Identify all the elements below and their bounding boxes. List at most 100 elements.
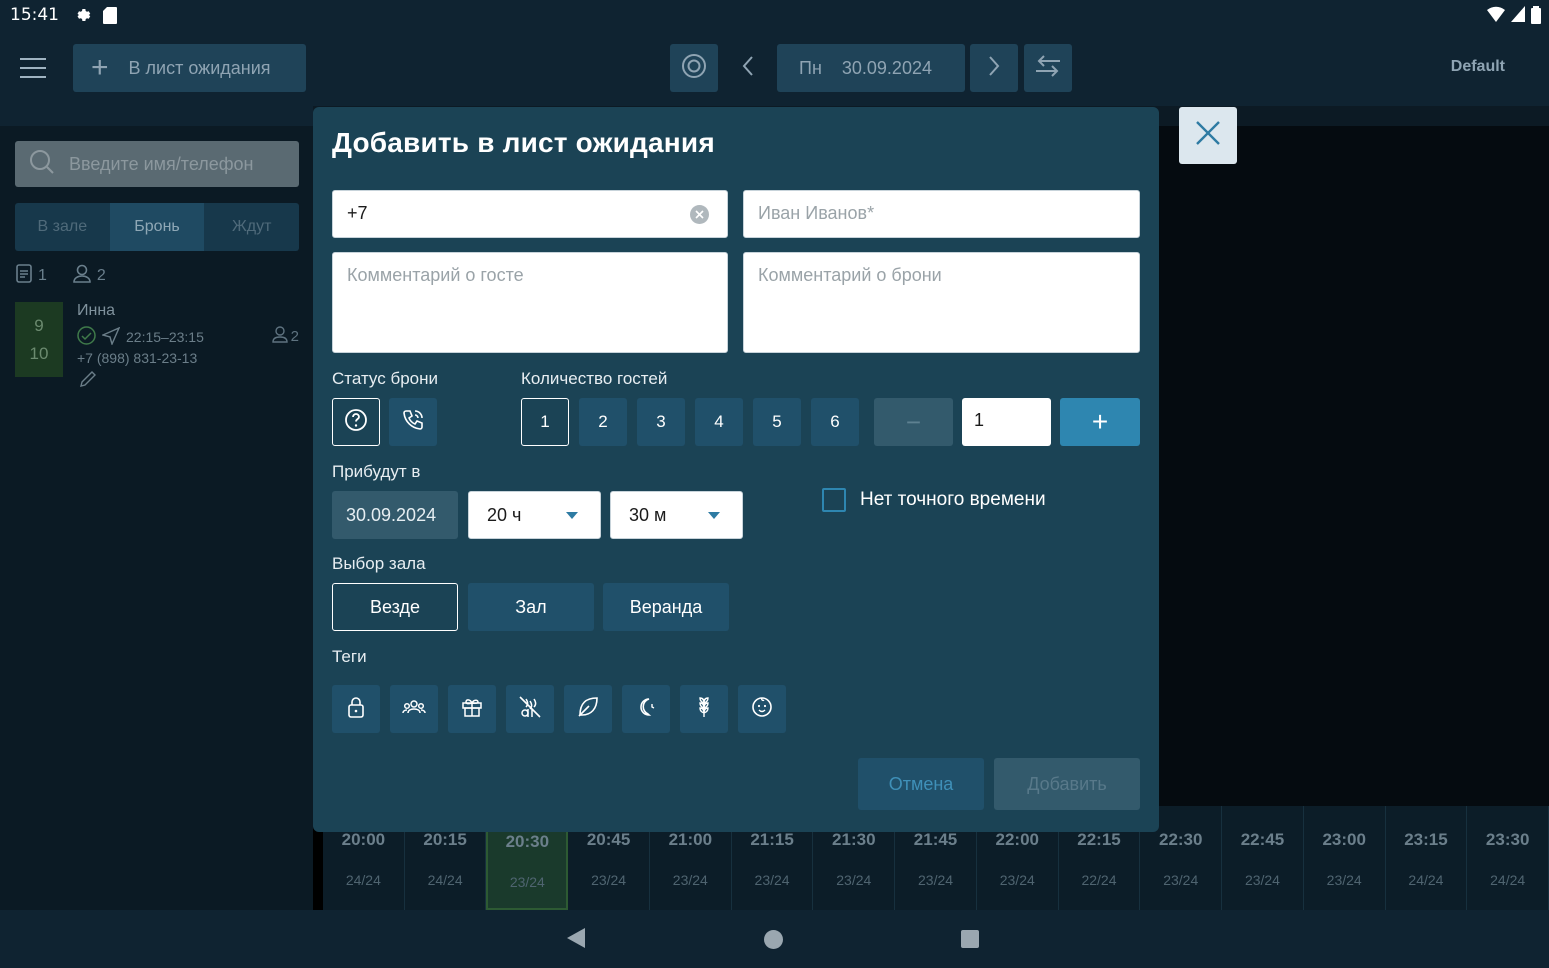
slot-time: 21:00 xyxy=(668,830,713,849)
decrement-guests-button[interactable]: − xyxy=(874,398,953,446)
date-picker-button[interactable]: Пн 30.09.2024 xyxy=(777,44,965,92)
booking-persons: 2 xyxy=(271,326,299,347)
time-slot[interactable]: 23:15 24/24 xyxy=(1386,806,1468,910)
tag-group-button[interactable] xyxy=(390,685,438,733)
dropdown-arrow-icon xyxy=(566,512,578,519)
guest-comment-placeholder: Комментарий о госте xyxy=(347,265,524,285)
slot-time: 22:30 xyxy=(1158,830,1203,849)
profile-name[interactable]: Default xyxy=(1451,58,1505,76)
booking-time: 22:15–23:15 xyxy=(126,329,204,345)
tab-in-hall[interactable]: В зале xyxy=(15,203,110,251)
arrive-date-field[interactable]: 30.09.2024 xyxy=(332,491,458,539)
next-day-button[interactable] xyxy=(970,44,1018,92)
slot-seats: 24/24 xyxy=(427,872,463,888)
group-icon xyxy=(402,698,426,721)
tag-baby-button[interactable] xyxy=(738,685,786,733)
swap-arrows-icon xyxy=(1034,53,1062,84)
booking-comment-field[interactable]: Комментарий о брони xyxy=(743,252,1140,353)
home-icon[interactable] xyxy=(764,930,783,949)
slot-seats: 23/24 xyxy=(1163,872,1199,888)
tag-gift-button[interactable] xyxy=(448,685,496,733)
question-circle-icon xyxy=(344,408,368,437)
minute-value: 30 м xyxy=(629,504,667,525)
no-exact-time-row[interactable]: Нет точного времени xyxy=(822,488,1046,512)
slot-time: 21:30 xyxy=(832,830,876,849)
pencil-icon[interactable] xyxy=(79,370,97,393)
battery-icon xyxy=(1531,6,1541,29)
no-gluten-icon xyxy=(518,695,542,724)
sidebar-tabs: В зале Бронь Ждут xyxy=(15,203,299,251)
signal-icon xyxy=(1511,6,1525,29)
document-icon xyxy=(16,264,32,288)
slot-time: 23:15 xyxy=(1404,830,1448,849)
time-slot[interactable]: 23:00 23/24 xyxy=(1304,806,1386,910)
tab-waiting[interactable]: Ждут xyxy=(204,203,299,251)
booking-card[interactable]: 9 10 Инна 22:15–23:15 +7 (898) 831-23-13… xyxy=(15,302,305,402)
booking-tables: 9 10 xyxy=(15,302,63,377)
status-call-button[interactable] xyxy=(389,398,437,446)
tag-lock-button[interactable] xyxy=(332,685,380,733)
previous-day-button[interactable] xyxy=(728,44,768,92)
guests-option-3[interactable]: 3 xyxy=(637,398,685,446)
slot-time: 20:00 xyxy=(341,830,386,849)
minute-select[interactable]: 30 м xyxy=(610,491,743,539)
hour-select[interactable]: 20 ч xyxy=(468,491,601,539)
slot-time: 21:15 xyxy=(750,830,794,849)
slot-seats: 23/24 xyxy=(1244,872,1280,888)
today-button[interactable] xyxy=(670,44,718,92)
add-button[interactable]: Добавить xyxy=(994,758,1140,810)
slot-seats: 23/24 xyxy=(509,874,545,890)
back-icon[interactable] xyxy=(567,928,585,948)
no-exact-time-label: Нет точного времени xyxy=(860,489,1046,510)
slot-seats: 23/24 xyxy=(918,872,954,888)
guests-option-5[interactable]: 5 xyxy=(753,398,801,446)
hall-veranda-button[interactable]: Веранда xyxy=(603,583,729,631)
close-dialog-button[interactable] xyxy=(1179,107,1237,164)
cancel-button[interactable]: Отмена xyxy=(858,758,984,810)
tab-booking[interactable]: Бронь xyxy=(109,203,205,251)
slot-time: 22:15 xyxy=(1077,830,1121,849)
hall-everywhere-button[interactable]: Везде xyxy=(332,583,458,631)
guest-name-placeholder: Иван Иванов* xyxy=(758,203,875,223)
tag-night-button[interactable] xyxy=(622,685,670,733)
recent-apps-icon[interactable] xyxy=(961,930,979,948)
search-input[interactable]: Введите имя/телефон xyxy=(15,141,299,187)
weekday-label: Пн xyxy=(799,57,822,78)
tag-no-gluten-button[interactable] xyxy=(506,685,554,733)
hall-main-button[interactable]: Зал xyxy=(468,583,594,631)
hall-label: Выбор зала xyxy=(332,554,426,573)
tag-leaf-button[interactable] xyxy=(564,685,612,733)
search-placeholder: Введите имя/телефон xyxy=(69,153,254,174)
swap-view-button[interactable] xyxy=(1024,44,1072,92)
menu-icon[interactable] xyxy=(20,58,46,85)
clear-icon[interactable] xyxy=(690,205,709,224)
status-unconfirmed-button[interactable] xyxy=(332,398,380,446)
slot-time: 22:45 xyxy=(1240,830,1285,849)
slot-seats: 24/24 xyxy=(1490,872,1526,888)
add-to-waitlist-button[interactable]: + В лист ожидания xyxy=(73,44,306,92)
tag-wheat-button[interactable] xyxy=(680,685,728,733)
guest-name-field[interactable]: Иван Иванов* xyxy=(743,190,1140,238)
guests-option-1[interactable]: 1 xyxy=(521,398,569,446)
slot-seats: 23/24 xyxy=(999,872,1035,888)
guest-name: Инна xyxy=(77,302,116,319)
no-exact-time-checkbox[interactable] xyxy=(822,488,846,512)
time-slot[interactable]: 22:45 23/24 xyxy=(1222,806,1304,910)
guests-option-4[interactable]: 4 xyxy=(695,398,743,446)
guests-option-6[interactable]: 6 xyxy=(811,398,859,446)
sidebar: Введите имя/телефон В зале Бронь Ждут 1 … xyxy=(0,106,313,910)
time-slot[interactable]: 23:30 24/24 xyxy=(1467,806,1549,910)
guests-option-2[interactable]: 2 xyxy=(579,398,627,446)
chevron-right-icon xyxy=(987,52,1001,84)
wheat-icon xyxy=(694,695,714,724)
guests-count-input[interactable]: 1 xyxy=(962,398,1051,446)
slot-seats: 22/24 xyxy=(1081,872,1117,888)
guest-comment-field[interactable]: Комментарий о госте xyxy=(332,252,728,353)
status-time: 15:41 xyxy=(10,5,59,25)
persons-count: 2 xyxy=(290,328,299,345)
increment-guests-button[interactable]: + xyxy=(1060,398,1140,446)
system-nav-bar xyxy=(0,910,1549,968)
lock-icon xyxy=(346,696,366,723)
slot-time: 20:15 xyxy=(423,830,467,849)
phone-field[interactable]: +7 xyxy=(332,190,728,238)
